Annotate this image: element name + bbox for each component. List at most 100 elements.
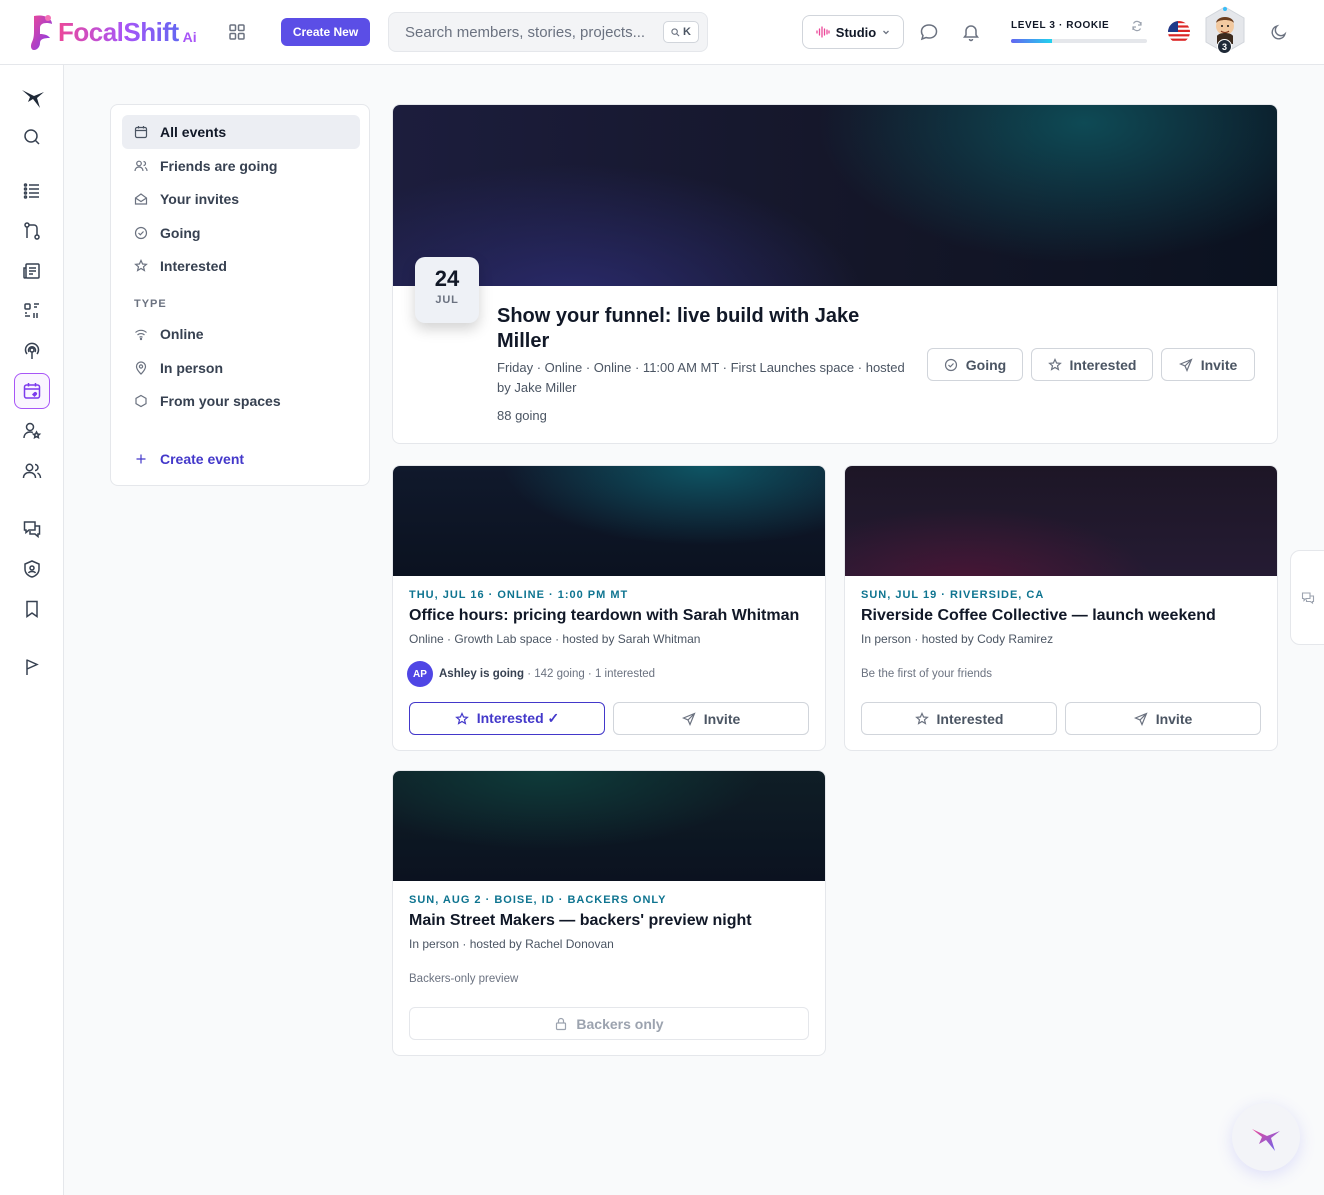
studio-label: Studio	[835, 24, 877, 40]
featured-event-card[interactable]: Show your funnel: live build with Jake M…	[392, 104, 1278, 444]
git-branch-icon[interactable]	[22, 221, 42, 241]
flag-icon[interactable]	[22, 657, 42, 677]
filter-label: From your spaces	[160, 393, 281, 409]
bookmark-icon[interactable]	[22, 599, 42, 619]
lock-icon	[556, 1017, 567, 1030]
plus-icon	[136, 454, 146, 464]
filter-all-events[interactable]: All events	[122, 115, 360, 149]
event-counts: · 142 going · 1 interested	[524, 668, 656, 680]
newspaper-icon[interactable]	[22, 261, 42, 281]
interested-label: Interested ✓	[476, 710, 560, 726]
calendar-icon[interactable]	[22, 381, 42, 401]
waveform-icon	[816, 26, 830, 38]
filter-label: Interested	[160, 258, 227, 274]
friend-going-text: Ashley is going	[439, 668, 524, 680]
star-icon	[134, 259, 148, 272]
event-social-proof: AP Ashley is going · 142 going · 1 inter…	[407, 661, 656, 687]
event-title[interactable]: Main Street Makers — backers' preview ni…	[409, 912, 752, 930]
event-subtitle: Online · Growth Lab space · hosted by Sa…	[409, 632, 701, 646]
calendar-icon	[134, 126, 148, 139]
invite-label: Invite	[1200, 356, 1238, 373]
check-circle-icon	[944, 358, 957, 371]
filter-type-online[interactable]: Online	[122, 317, 360, 351]
feed-list-icon[interactable]	[22, 181, 42, 201]
create-new-button[interactable]: Create New	[281, 18, 370, 46]
grid-icon[interactable]	[228, 23, 246, 41]
friend-avatar[interactable]: AP	[407, 661, 433, 687]
star-icon	[454, 711, 469, 725]
invite-label: Invite	[703, 710, 741, 727]
filter-label: Going	[160, 225, 201, 241]
going-button[interactable]: Going	[927, 348, 1023, 381]
envelope-open-icon	[134, 193, 148, 205]
interested-label: Interested	[936, 710, 1004, 727]
search-input[interactable]	[405, 13, 655, 51]
map-pin-icon	[135, 361, 147, 375]
podcast-icon[interactable]	[22, 341, 42, 361]
left-nav-rail	[0, 65, 64, 1195]
invite-button[interactable]: Invite	[1161, 348, 1255, 381]
top-bar: FocalShift Ai Create New K Studio LEVEL …	[0, 0, 1324, 65]
event-title[interactable]: Riverside Coffee Collective — launch wee…	[861, 607, 1216, 625]
invite-button[interactable]: Invite	[1065, 702, 1261, 735]
interested-button[interactable]: Interested	[1031, 348, 1153, 381]
chat-icon[interactable]	[919, 22, 939, 42]
event-card[interactable]: SUN, AUG 2 · BOISE, ID · BACKERS ONLY Ma…	[392, 770, 826, 1056]
interested-button[interactable]: Interested ✓	[409, 702, 605, 735]
assistant-fab[interactable]	[1232, 1103, 1300, 1171]
backers-only-button: Backers only	[409, 1007, 809, 1040]
featured-event-banner	[393, 105, 1277, 286]
refresh-icon[interactable]	[1131, 20, 1143, 32]
filter-interested[interactable]: Interested	[122, 249, 360, 283]
global-search[interactable]: K	[388, 12, 708, 52]
app-logo[interactable]: FocalShift Ai	[28, 12, 197, 52]
moon-icon[interactable]	[1270, 23, 1288, 41]
chevron-down-icon	[883, 30, 890, 35]
event-social-proof: Be the first of your friends	[861, 668, 993, 680]
filter-your-invites[interactable]: Your invites	[122, 182, 360, 216]
event-card[interactable]: THU, JUL 16 · ONLINE · 1:00 PM MT Office…	[392, 465, 826, 751]
hummingbird-logo-icon[interactable]	[20, 84, 46, 110]
search-icon[interactable]	[22, 127, 42, 147]
event-title[interactable]: Office hours: pricing teardown with Sara…	[409, 607, 799, 625]
event-kicker: SUN, AUG 2 · BOISE, ID · BACKERS ONLY	[409, 894, 667, 906]
search-shortcut-key: K	[683, 26, 691, 38]
bell-icon[interactable]	[961, 22, 981, 42]
filter-friends-going[interactable]: Friends are going	[122, 149, 360, 183]
wifi-icon	[135, 329, 147, 341]
command-icon	[671, 27, 680, 36]
filter-label: Online	[160, 326, 204, 342]
users-icon[interactable]	[22, 461, 42, 481]
user-star-icon[interactable]	[22, 421, 42, 441]
create-event-link[interactable]: Create event	[122, 442, 360, 476]
event-kicker: THU, JUL 16 · ONLINE · 1:00 PM MT	[409, 589, 629, 601]
event-banner	[393, 771, 825, 881]
check-circle-icon	[134, 226, 148, 240]
studio-dropdown[interactable]: Studio	[802, 15, 904, 49]
event-filters-panel: All events Friends are going Your invite…	[110, 104, 370, 486]
interested-label: Interested	[1069, 356, 1137, 373]
type-heading: TYPE	[134, 298, 167, 310]
filter-label: Your invites	[160, 191, 240, 207]
featured-going-count: 88 going	[497, 408, 547, 423]
filter-going[interactable]: Going	[122, 216, 360, 250]
logo-mark-icon	[30, 15, 52, 51]
messages-icon[interactable]	[22, 519, 42, 539]
filter-label: Friends are going	[160, 158, 278, 174]
filter-label: In person	[160, 360, 224, 376]
event-card[interactable]: SUN, JUL 19 · RIVERSIDE, CA Riverside Co…	[844, 465, 1278, 751]
filter-type-in-person[interactable]: In person	[122, 351, 360, 385]
event-subtitle: In person · hosted by Cody Ramirez	[861, 632, 1054, 646]
invite-button[interactable]: Invite	[613, 702, 809, 735]
level-bar	[1011, 39, 1147, 43]
us-flag-icon[interactable]	[1168, 21, 1190, 43]
shield-icon[interactable]	[22, 559, 42, 579]
featured-event-title[interactable]: Show your funnel: live build with Jake M…	[497, 304, 907, 354]
invite-label: Invite	[1155, 710, 1193, 727]
create-event-label: Create event	[160, 451, 245, 467]
side-chat-tab[interactable]	[1290, 550, 1324, 645]
interested-button[interactable]: Interested	[861, 702, 1057, 735]
filter-type-from-spaces[interactable]: From your spaces	[122, 384, 360, 418]
grid-dots-icon[interactable]	[22, 301, 42, 321]
filter-label: All events	[160, 124, 227, 140]
